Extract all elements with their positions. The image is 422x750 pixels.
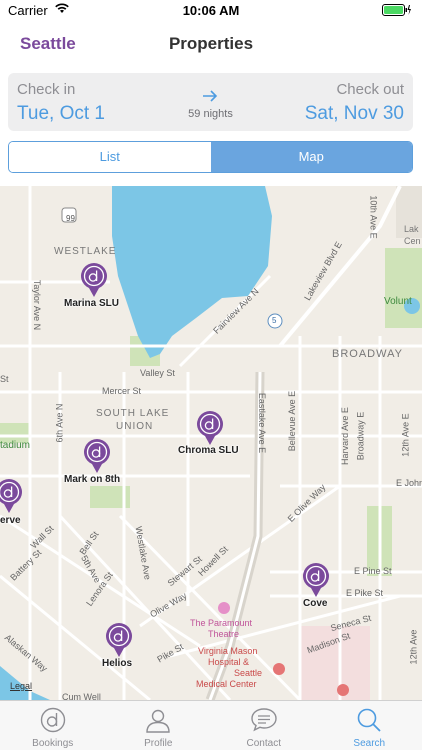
- neighborhood-westlake: WESTLAKE: [54, 246, 117, 257]
- nights-count: 59 nights: [188, 108, 233, 120]
- tab-contact[interactable]: Contact: [211, 701, 317, 750]
- park-volunteer-label: Volunt: [384, 296, 412, 307]
- hospital-label-2: Hospital &: [208, 657, 250, 667]
- street-6th: 6th Ave N: [54, 403, 65, 443]
- pin-marker-icon: [84, 439, 110, 473]
- tab-bookings[interactable]: Bookings: [0, 701, 106, 750]
- view-segmented-control[interactable]: List Map: [8, 141, 413, 173]
- hospital-label-4: Medical Center: [196, 679, 257, 689]
- street-taylor: Taylor Ave N: [32, 279, 43, 331]
- street-e-pine: E Pine St: [354, 566, 392, 576]
- checkin-date[interactable]: Tue, Oct 1: [17, 103, 105, 125]
- hospital-label-3: Seattle: [234, 668, 263, 678]
- search-icon: [356, 707, 382, 738]
- status-bar: Carrier 10:06 AM: [0, 0, 422, 22]
- lake-label: Lak: [404, 224, 419, 234]
- tab-contact-label: Contact: [246, 738, 281, 749]
- property-pin[interactable]: [302, 562, 330, 603]
- list-tab[interactable]: List: [9, 142, 211, 172]
- property-pin[interactable]: [105, 622, 133, 663]
- property-pin-label[interactable]: Mark on 8th: [64, 474, 120, 485]
- street-e-john: E John: [396, 478, 422, 488]
- tab-profile-label: Profile: [144, 738, 173, 749]
- property-pin-label[interactable]: Chroma SLU: [178, 445, 239, 456]
- street-bellevue: Bellevue Ave E: [287, 390, 298, 452]
- street-mercer: Mercer St: [102, 386, 142, 396]
- tab-profile[interactable]: Profile: [106, 701, 212, 750]
- tab-search[interactable]: Search: [317, 701, 422, 750]
- neighborhood-union: UNION: [116, 421, 154, 432]
- street-eastlake: Eastlake Ave E: [257, 392, 268, 454]
- city-selector-button[interactable]: Seattle: [20, 34, 76, 54]
- date-range-selector[interactable]: Check in Tue, Oct 1 59 nights Check out …: [8, 73, 413, 131]
- hospital-label: Virginia Mason: [198, 646, 258, 656]
- legal-link[interactable]: Legal: [10, 681, 32, 691]
- neighborhood-broadway: BROADWAY: [332, 348, 403, 360]
- property-pin[interactable]: [0, 478, 23, 519]
- neighborhood-south-lake-union: SOUTH LAKE: [96, 408, 170, 419]
- street-10th: 10th Ave E: [368, 195, 379, 239]
- street-e-pike: E Pike St: [346, 588, 384, 598]
- pin-marker-icon: [303, 563, 329, 597]
- nav-bar: Properties Seattle: [0, 22, 422, 66]
- paramount-label-2: Theatre: [208, 629, 240, 639]
- property-pin-label[interactable]: erve: [0, 515, 21, 526]
- tab-search-label: Search: [353, 738, 386, 749]
- pin-marker-icon: [81, 263, 107, 297]
- street-harvard: Harvard Ave E: [339, 407, 350, 465]
- checkout-date[interactable]: Sat, Nov 30: [305, 103, 404, 125]
- lake-label-2: Cen: [404, 236, 421, 246]
- checkout-label: Check out: [336, 81, 404, 98]
- chat-icon: [250, 707, 278, 738]
- street-broadway-e: Broadway E: [355, 411, 366, 461]
- profile-icon: [145, 707, 171, 738]
- property-pin-label[interactable]: Helios: [102, 658, 132, 669]
- property-pin-label[interactable]: Cove: [303, 598, 327, 609]
- bookings-logo-icon: [40, 707, 66, 738]
- pin-marker-icon: [106, 623, 132, 657]
- street-12th: 12th Ave E: [400, 413, 411, 457]
- street-valley: Valley St: [140, 368, 175, 378]
- property-pin-label[interactable]: Marina SLU: [64, 298, 119, 309]
- route-5-label: 5: [272, 316, 277, 325]
- street-cum: Cum Well: [62, 692, 101, 700]
- map-tab[interactable]: Map: [210, 142, 412, 172]
- arrow-right-icon: [202, 89, 218, 108]
- paramount-label: The Paramount: [190, 618, 253, 628]
- pin-marker-icon: [0, 479, 22, 513]
- checkin-label: Check in: [17, 81, 76, 98]
- stadium-label: tadium: [0, 440, 31, 451]
- battery-icon: [382, 4, 412, 16]
- street-st: St: [0, 374, 9, 384]
- tab-bookings-label: Bookings: [32, 738, 74, 749]
- street-12th-b: 12th Ave: [408, 629, 419, 665]
- route-99-label: 99: [66, 214, 75, 223]
- pin-marker-icon: [197, 411, 223, 445]
- property-pin[interactable]: [80, 262, 108, 303]
- property-pin[interactable]: [83, 438, 111, 479]
- map-view[interactable]: 99 5 WESTLAKE SOUTH LAKE UNION BROADWAY …: [0, 186, 422, 700]
- tab-bar: Bookings Profile Contact Search: [0, 700, 422, 750]
- clock: 10:06 AM: [182, 3, 240, 18]
